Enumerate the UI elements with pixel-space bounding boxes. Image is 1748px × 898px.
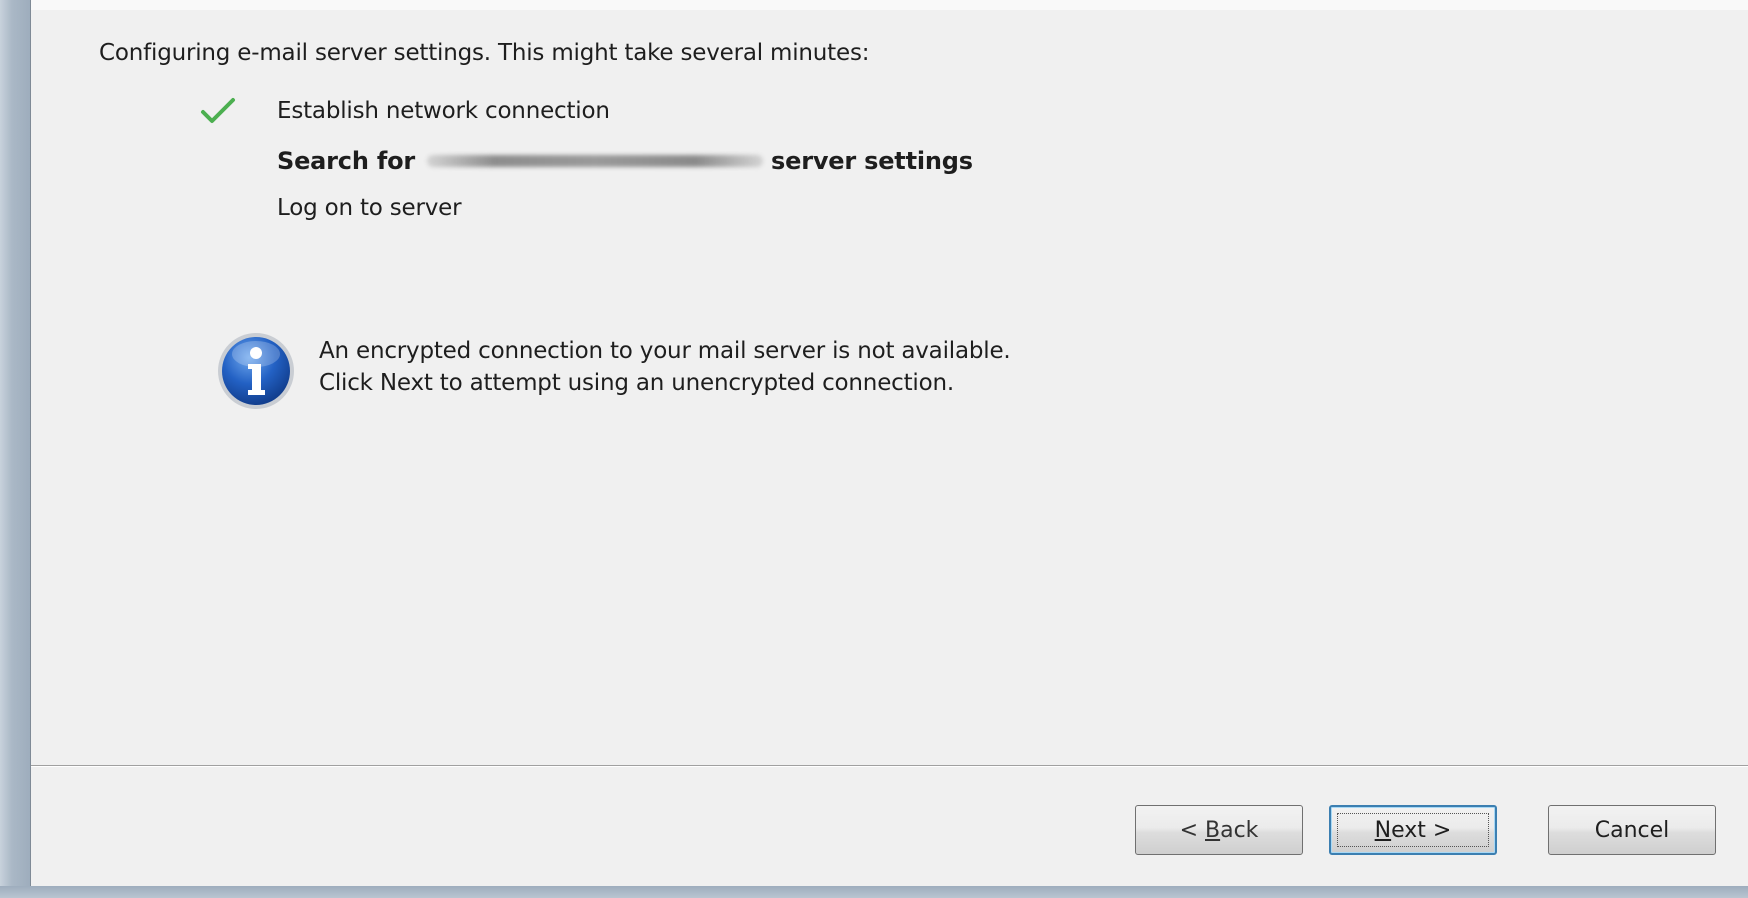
next-button-mnemonic: N — [1374, 817, 1392, 843]
back-button-mnemonic: B — [1205, 817, 1221, 843]
back-button-prefix: < — [1179, 817, 1205, 843]
info-message-line-1: An encrypted connection to your mail ser… — [319, 338, 1011, 364]
redacted-server-name — [427, 155, 764, 167]
window-frame-left — [0, 0, 31, 898]
cancel-button[interactable]: Cancel — [1548, 805, 1716, 855]
window-frame-bottom — [0, 886, 1748, 898]
step-search-prefix: Search for — [277, 147, 416, 175]
button-area-separator — [31, 765, 1748, 767]
back-button[interactable]: < Back — [1135, 805, 1303, 855]
info-icon — [218, 333, 294, 409]
info-message-line-2: Click Next to attempt using an unencrypt… — [319, 370, 954, 396]
step-search-suffix: server settings — [771, 147, 973, 175]
dialog-top-edge — [31, 0, 1748, 10]
next-button[interactable]: Next > — [1329, 805, 1497, 855]
checkmark-icon — [201, 98, 235, 123]
intro-text: Configuring e-mail server settings. This… — [99, 40, 870, 66]
next-button-rest: ext > — [1391, 817, 1452, 843]
back-button-rest: ack — [1220, 817, 1259, 843]
dialog-window: Configuring e-mail server settings. This… — [0, 0, 1748, 898]
step-establish-connection: Establish network connection — [277, 98, 610, 124]
step-search-settings: Search for server settings — [277, 147, 973, 175]
step-log-on: Log on to server — [277, 195, 462, 221]
account-setup-dialog: Configuring e-mail server settings. This… — [31, 0, 1748, 886]
